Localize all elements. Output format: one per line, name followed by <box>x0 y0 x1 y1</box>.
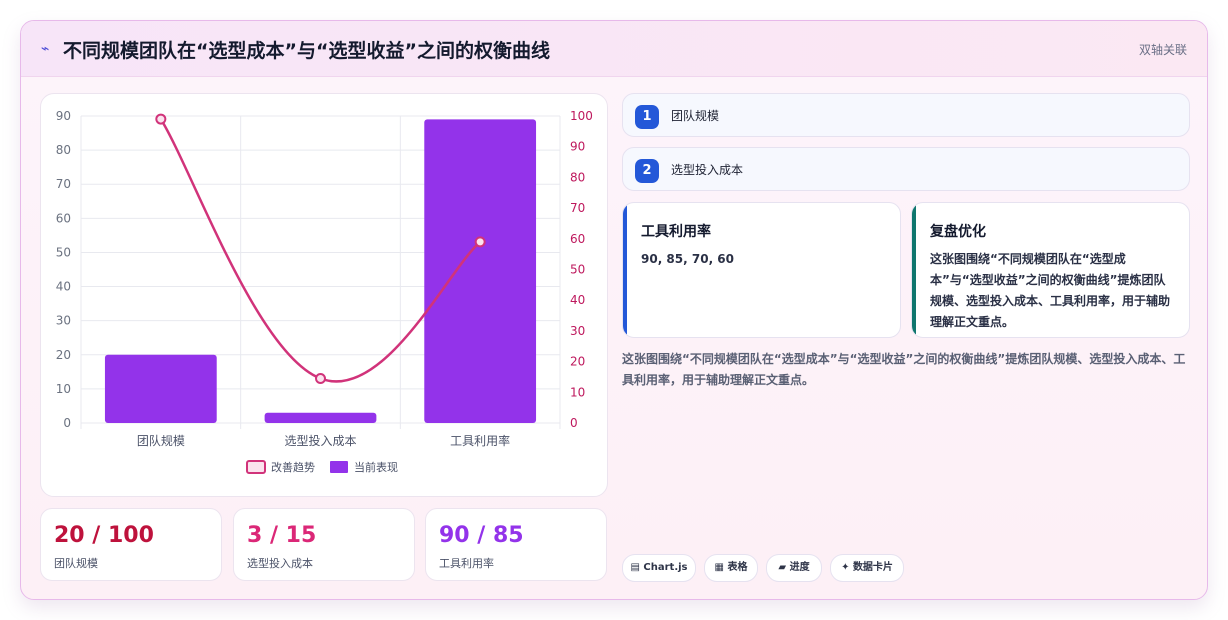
step-number-badge: 1 <box>635 105 659 129</box>
legend-swatch-bar <box>330 461 348 473</box>
bar-mark <box>264 412 377 423</box>
metric-value: 90 / 85 <box>439 523 524 548</box>
metric-value: 3 / 15 <box>247 523 317 548</box>
main-card: ⌁ 不同规模团队在“选型成本”与“选型收益”之间的权衡曲线 双轴关联 0 10 20… <box>20 20 1208 600</box>
right-tick-label: 60 <box>570 232 585 246</box>
tag-label: 数据卡片 <box>852 562 893 573</box>
info-card-utilization: 工具利用率 90, 85, 70, 60 <box>622 202 901 338</box>
metric-card-cost: 3 / 15 选型投入成本 <box>233 508 415 581</box>
sparkle-icon: ✦ <box>841 562 850 573</box>
step-label: 选型投入成本 <box>671 163 744 177</box>
trend-point <box>474 236 486 248</box>
accent-bar <box>623 203 627 337</box>
x-tick-label: 选型投入成本 <box>284 433 356 448</box>
right-tick-label: 10 <box>570 385 585 399</box>
right-tick-label: 50 <box>570 263 585 277</box>
tag-chartjs[interactable]: ▤ Chart.js <box>622 554 696 582</box>
progress-icon: ▰ <box>778 562 787 573</box>
left-tick-label: 40 <box>56 280 71 294</box>
left-tick-label: 20 <box>56 348 71 362</box>
tag-label: 表格 <box>727 562 748 573</box>
right-tick-label: 90 <box>570 140 585 154</box>
left-tick-label: 10 <box>56 382 71 396</box>
bar-mark <box>104 354 217 423</box>
metric-card-team-size: 20 / 100 团队规模 <box>40 508 222 581</box>
right-tick-label: 0 <box>570 416 578 430</box>
bar-mark <box>424 119 537 424</box>
trend-point <box>155 113 167 125</box>
step-item-1[interactable]: 1 团队规模 <box>622 93 1190 137</box>
left-tick-label: 80 <box>56 143 71 157</box>
tag-label: 进度 <box>789 562 810 573</box>
metric-label: 工具利用率 <box>439 557 494 570</box>
step-label: 团队规模 <box>671 109 720 123</box>
x-tick-label: 工具利用率 <box>450 433 510 448</box>
tag-progress[interactable]: ▰ 进度 <box>766 554 822 582</box>
right-tick-label: 70 <box>570 201 585 215</box>
left-tick-label: 50 <box>56 245 71 259</box>
legend-label-bar: 当前表现 <box>354 460 398 474</box>
metric-card-utilization: 90 / 85 工具利用率 <box>425 508 607 581</box>
tag-label: Chart.js <box>643 562 688 573</box>
info-card-review: 复盘优化 这张图围绕“不同规模团队在“选型成本”与“选型收益”之间的权衡曲线”提… <box>911 202 1190 338</box>
line-chart-icon: ⌁ <box>41 41 50 57</box>
step-number-badge: 2 <box>635 159 659 183</box>
metric-value: 20 / 100 <box>54 523 154 548</box>
accent-bar <box>912 203 916 337</box>
right-tick-label: 80 <box>570 170 585 184</box>
x-tick-label: 团队规模 <box>137 433 185 448</box>
summary-text: 这张图围绕“不同规模团队在“选型成本”与“选型收益”之间的权衡曲线”提炼团队规模… <box>622 352 1186 387</box>
metric-label: 选型投入成本 <box>247 557 313 570</box>
trend-point <box>315 372 326 384</box>
info-card-title: 工具利用率 <box>641 224 711 240</box>
legend-label-trend: 改善趋势 <box>271 460 315 474</box>
info-card-body: 90, 85, 70, 60 <box>641 252 735 266</box>
info-card-title: 复盘优化 <box>930 224 986 240</box>
right-tick-label: 100 <box>570 109 593 123</box>
left-tick-label: 30 <box>56 314 71 328</box>
left-tick-label: 0 <box>63 416 71 430</box>
dual-axis-badge: 双轴关联 <box>1138 43 1187 57</box>
left-tick-label: 90 <box>56 109 71 123</box>
info-card-body: 这张图围绕“不同规模团队在“选型成本”与“选型收益”之间的权衡曲线”提炼团队规模… <box>930 252 1171 329</box>
header: ⌁ 不同规模团队在“选型成本”与“选型收益”之间的权衡曲线 双轴关联 <box>21 21 1207 77</box>
right-tick-label: 20 <box>570 355 585 369</box>
metric-label: 团队规模 <box>54 557 98 570</box>
dual-axis-chart: 0 10 20 30 40 50 60 70 80 90 0 10 20 30 40 50 60 70 80 90 10… <box>56 109 593 474</box>
page-title: 不同规模团队在“选型成本”与“选型收益”之间的权衡曲线 <box>63 40 550 62</box>
legend-swatch-trend <box>246 460 266 474</box>
chart-panel: 0 10 20 30 40 50 60 70 80 90 0 10 20 30 40 50 60 70 80 90 10… <box>40 93 608 497</box>
step-item-2[interactable]: 2 选型投入成本 <box>622 147 1190 191</box>
tag-table[interactable]: ▦ 表格 <box>704 554 758 582</box>
tag-data-card[interactable]: ✦ 数据卡片 <box>830 554 904 582</box>
left-tick-label: 60 <box>56 211 71 225</box>
table-icon: ▦ <box>714 562 724 573</box>
left-tick-label: 70 <box>56 177 71 191</box>
chart-icon: ▤ <box>630 562 640 573</box>
right-tick-label: 40 <box>570 293 585 307</box>
right-tick-label: 30 <box>570 324 585 338</box>
